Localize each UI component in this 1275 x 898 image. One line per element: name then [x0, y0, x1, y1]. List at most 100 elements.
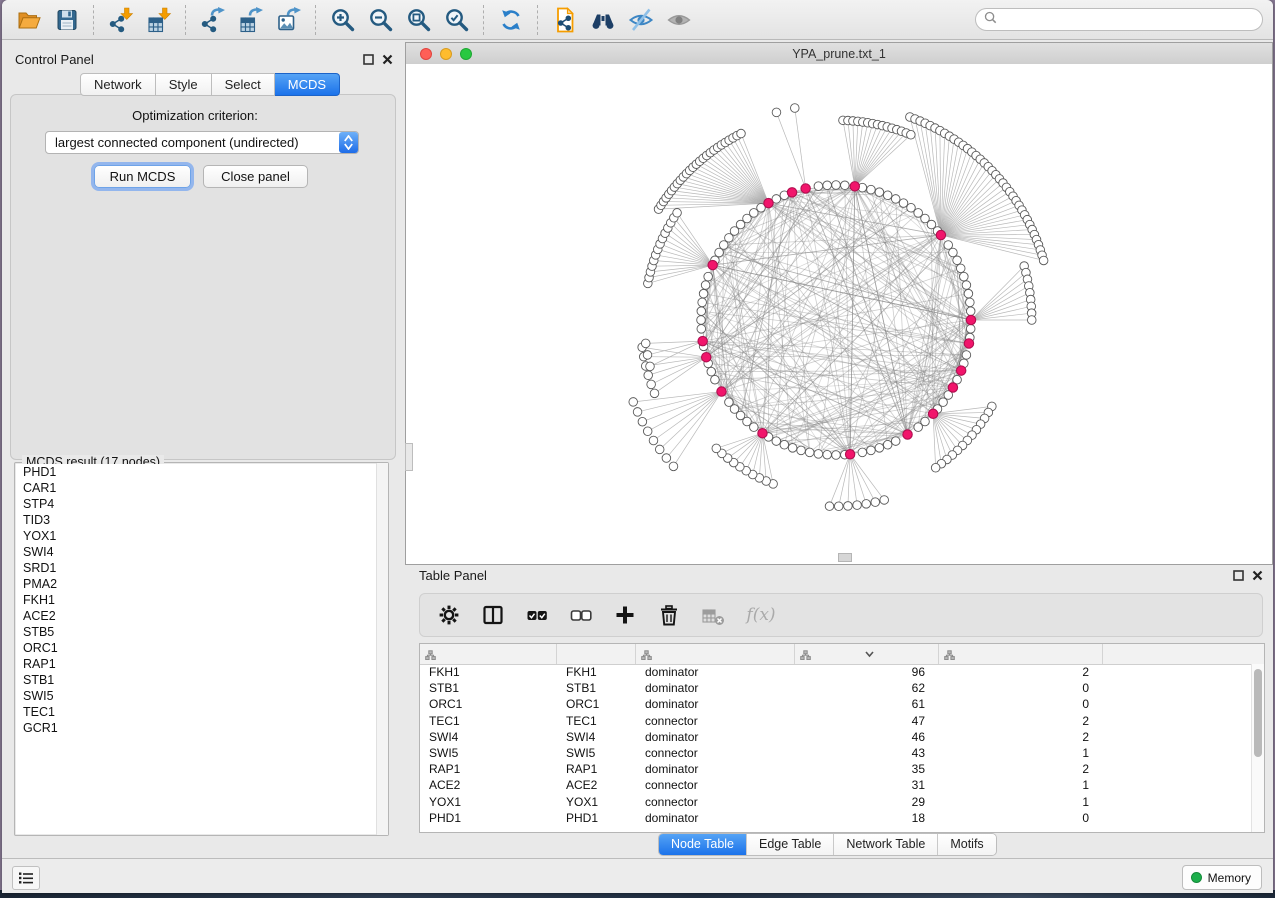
cell-name[interactable]: STB1	[557, 680, 636, 696]
column-header-shared-name[interactable]	[420, 644, 557, 664]
cell-successor-nodes[interactable]: 18	[795, 810, 939, 826]
graph-node[interactable]	[875, 188, 884, 197]
graph-hub-node[interactable]	[758, 429, 767, 438]
graph-node[interactable]	[891, 195, 900, 204]
cell-shared-name[interactable]: PHD1	[420, 810, 557, 826]
cell-predecessor-nodes[interactable]: 0	[939, 680, 1103, 696]
result-node-item[interactable]: FKH1	[16, 592, 387, 608]
graph-node[interactable]	[875, 444, 884, 453]
columns-icon[interactable]	[480, 602, 506, 628]
cell-successor-nodes[interactable]: 62	[795, 680, 939, 696]
graph-node[interactable]	[814, 182, 823, 191]
graph-node[interactable]	[697, 325, 706, 334]
zoom-fit-icon[interactable]	[400, 3, 438, 37]
table-row[interactable]: PHD1PHD1dominator180	[420, 810, 1252, 826]
graph-leaf-node[interactable]	[880, 496, 889, 505]
cell-MCDS-role[interactable]: connector	[636, 745, 795, 761]
table-scrollbar-thumb[interactable]	[1254, 669, 1262, 757]
graph-node[interactable]	[883, 440, 892, 449]
graph-node[interactable]	[867, 446, 876, 455]
graph-node[interactable]	[964, 289, 973, 298]
export-image-icon[interactable]	[270, 3, 308, 37]
graph-leaf-node[interactable]	[907, 130, 916, 139]
result-node-item[interactable]: SWI4	[16, 544, 387, 560]
graph-leaf-node[interactable]	[853, 501, 862, 510]
column-header-name[interactable]	[557, 644, 636, 664]
cell-MCDS-role[interactable]: dominator	[636, 810, 795, 826]
import-network-icon[interactable]	[102, 3, 140, 37]
cell-successor-nodes[interactable]: 31	[795, 777, 939, 793]
graph-node[interactable]	[704, 272, 713, 281]
graph-node[interactable]	[953, 256, 962, 265]
graph-node[interactable]	[899, 199, 908, 208]
delete-row-icon[interactable]	[656, 602, 682, 628]
open-file-icon[interactable]	[10, 3, 48, 37]
cell-predecessor-nodes[interactable]: 2	[939, 713, 1103, 729]
cell-shared-name[interactable]: RAP1	[420, 761, 557, 777]
close-table-panel-icon[interactable]	[1252, 570, 1263, 581]
cell-shared-name[interactable]: SWI5	[420, 745, 557, 761]
zoom-in-icon[interactable]	[324, 3, 362, 37]
cell-name[interactable]: ACE2	[557, 777, 636, 793]
graph-node[interactable]	[797, 446, 806, 455]
column-header-successor-nodes[interactable]	[795, 644, 939, 664]
result-node-item[interactable]: SWI5	[16, 688, 387, 704]
table-row[interactable]: SWI5SWI5connector431	[420, 745, 1252, 761]
graph-node[interactable]	[962, 281, 971, 290]
graph-hub-node[interactable]	[698, 336, 707, 345]
cell-MCDS-role[interactable]: connector	[636, 794, 795, 810]
graph-hub-node[interactable]	[928, 409, 937, 418]
graph-leaf-node[interactable]	[655, 445, 664, 454]
graph-leaf-node[interactable]	[1039, 256, 1048, 265]
graph-node[interactable]	[956, 264, 965, 273]
graph-node[interactable]	[707, 367, 716, 376]
graph-hub-node[interactable]	[717, 387, 726, 396]
tab-network-table[interactable]: Network Table	[833, 834, 937, 855]
result-node-item[interactable]: CAR1	[16, 480, 387, 496]
table-row[interactable]: TEC1TEC1connector472	[420, 713, 1252, 729]
cell-name[interactable]: ORC1	[557, 696, 636, 712]
result-node-item[interactable]: STB1	[16, 672, 387, 688]
graph-leaf-node[interactable]	[644, 371, 653, 380]
result-node-item[interactable]: PMA2	[16, 576, 387, 592]
graph-leaf-node[interactable]	[862, 500, 871, 509]
criterion-dropdown[interactable]: largest connected component (undirected)	[45, 131, 359, 154]
graph-node[interactable]	[841, 181, 850, 190]
cell-shared-name[interactable]: YOX1	[420, 794, 557, 810]
cell-predecessor-nodes[interactable]: 2	[939, 729, 1103, 745]
table-row[interactable]: SWI4SWI4dominator462	[420, 729, 1252, 745]
cell-MCDS-role[interactable]: connector	[636, 713, 795, 729]
cell-shared-name[interactable]: FKH1	[420, 664, 557, 680]
cell-shared-name[interactable]: SWI4	[420, 729, 557, 745]
graph-node[interactable]	[960, 272, 969, 281]
export-table-icon[interactable]	[232, 3, 270, 37]
graph-hub-node[interactable]	[903, 430, 912, 439]
graph-node[interactable]	[914, 423, 923, 432]
cell-successor-nodes[interactable]: 96	[795, 664, 939, 680]
graph-node[interactable]	[814, 450, 823, 459]
graph-leaf-node[interactable]	[737, 129, 746, 138]
search-input[interactable]	[997, 12, 1254, 28]
hide-selected-icon[interactable]	[622, 3, 660, 37]
graph-hub-node[interactable]	[801, 184, 810, 193]
graph-leaf-node[interactable]	[712, 444, 721, 453]
graph-node[interactable]	[832, 181, 841, 190]
cell-shared-name[interactable]: ACE2	[420, 777, 557, 793]
result-node-item[interactable]: TEC1	[16, 704, 387, 720]
table-row[interactable]: STB1STB1dominator620	[420, 680, 1252, 696]
graph-leaf-node[interactable]	[629, 398, 638, 407]
cell-successor-nodes[interactable]: 35	[795, 761, 939, 777]
graph-leaf-node[interactable]	[649, 436, 658, 445]
select-all-icon[interactable]	[524, 602, 550, 628]
save-session-icon[interactable]	[48, 3, 86, 37]
graph-node[interactable]	[891, 437, 900, 446]
cell-predecessor-nodes[interactable]: 1	[939, 745, 1103, 761]
result-node-item[interactable]: ORC1	[16, 640, 387, 656]
float-table-panel-icon[interactable]	[1233, 570, 1244, 581]
column-header-MCDS-role[interactable]	[636, 644, 795, 664]
result-node-item[interactable]: YOX1	[16, 528, 387, 544]
deselect-all-icon[interactable]	[568, 602, 594, 628]
graph-hub-node[interactable]	[948, 383, 957, 392]
cell-successor-nodes[interactable]: 46	[795, 729, 939, 745]
cell-name[interactable]: YOX1	[557, 794, 636, 810]
